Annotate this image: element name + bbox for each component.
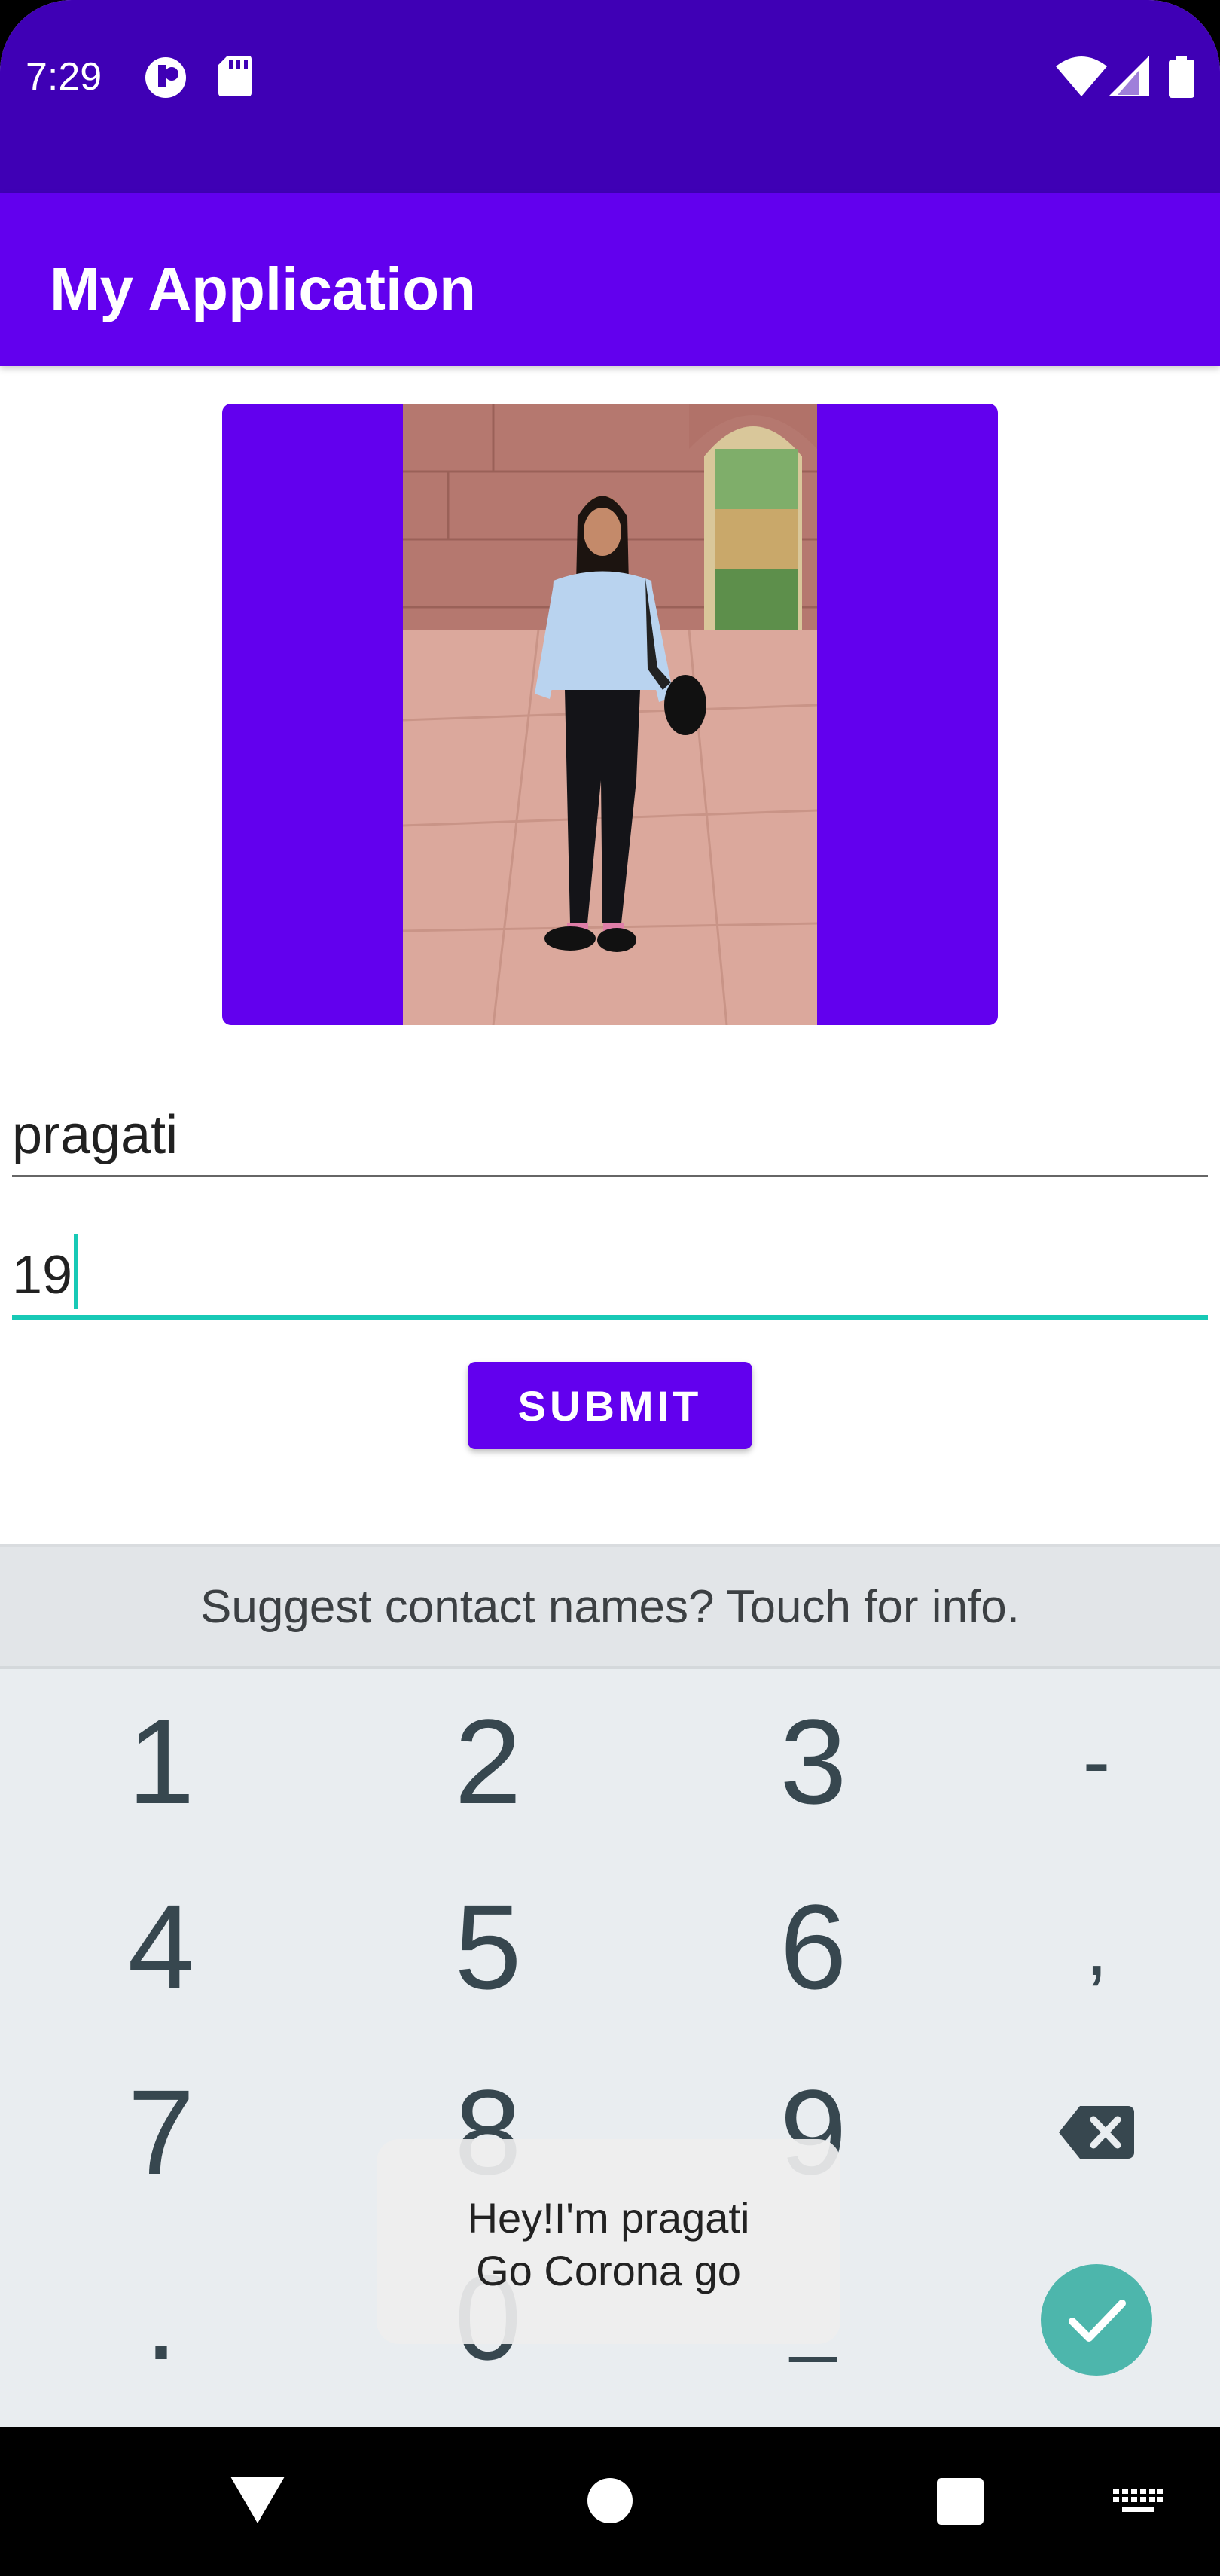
- name-input-underline: [12, 1175, 1208, 1177]
- image-view: [222, 404, 998, 1025]
- key-2[interactable]: 2: [375, 1675, 601, 1848]
- key-dash[interactable]: -: [984, 1675, 1209, 1848]
- age-input[interactable]: [12, 1241, 1208, 1309]
- status-bar: 7:29: [0, 0, 1220, 193]
- navigation-bar: [0, 2427, 1220, 2576]
- key-7[interactable]: 7: [48, 2046, 274, 2219]
- key-1[interactable]: 1: [48, 1675, 274, 1848]
- app-bar: My Application: [0, 193, 1220, 366]
- key-backspace[interactable]: [984, 2046, 1209, 2219]
- home-icon[interactable]: [587, 2478, 633, 2523]
- back-icon[interactable]: [230, 2477, 285, 2523]
- app-title: My Application: [50, 255, 476, 322]
- recents-icon[interactable]: [937, 2478, 984, 2525]
- phone-screen: 7:29 My Application pragati 19 SUBMIT Su…: [0, 0, 1220, 2576]
- toast-line-1: Hey!I'm pragati: [467, 2194, 750, 2242]
- status-time: 7:29: [26, 55, 102, 99]
- text-caret: [74, 1234, 78, 1309]
- key-comma[interactable]: ,: [984, 1860, 1209, 2034]
- key-4[interactable]: 4: [48, 1860, 274, 2034]
- signal-icon: [1109, 56, 1149, 96]
- sync-icon: [145, 57, 186, 98]
- wifi-icon: [1056, 56, 1107, 96]
- name-input[interactable]: [12, 1101, 1208, 1169]
- keyboard-switch-icon[interactable]: [1113, 2489, 1163, 2517]
- battery-icon: [1169, 56, 1194, 98]
- submit-button[interactable]: SUBMIT: [468, 1362, 752, 1449]
- backspace-icon: [1059, 2106, 1134, 2159]
- toast-message: Hey!I'm pragati Go Corona go: [377, 2139, 840, 2344]
- sd-card-icon: [218, 56, 252, 96]
- age-input-underline: [12, 1315, 1208, 1320]
- profile-photo: [403, 404, 817, 1025]
- suggestion-strip[interactable]: Suggest contact names? Touch for info.: [0, 1544, 1220, 1669]
- toast-line-2: Go Corona go: [476, 2247, 741, 2294]
- key-5[interactable]: 5: [375, 1860, 601, 2034]
- key-6[interactable]: 6: [700, 1860, 926, 2034]
- enter-key[interactable]: [1041, 2264, 1152, 2376]
- key-dot[interactable]: .: [48, 2231, 274, 2404]
- checkmark-icon: [1069, 2300, 1126, 2342]
- key-3[interactable]: 3: [700, 1675, 926, 1848]
